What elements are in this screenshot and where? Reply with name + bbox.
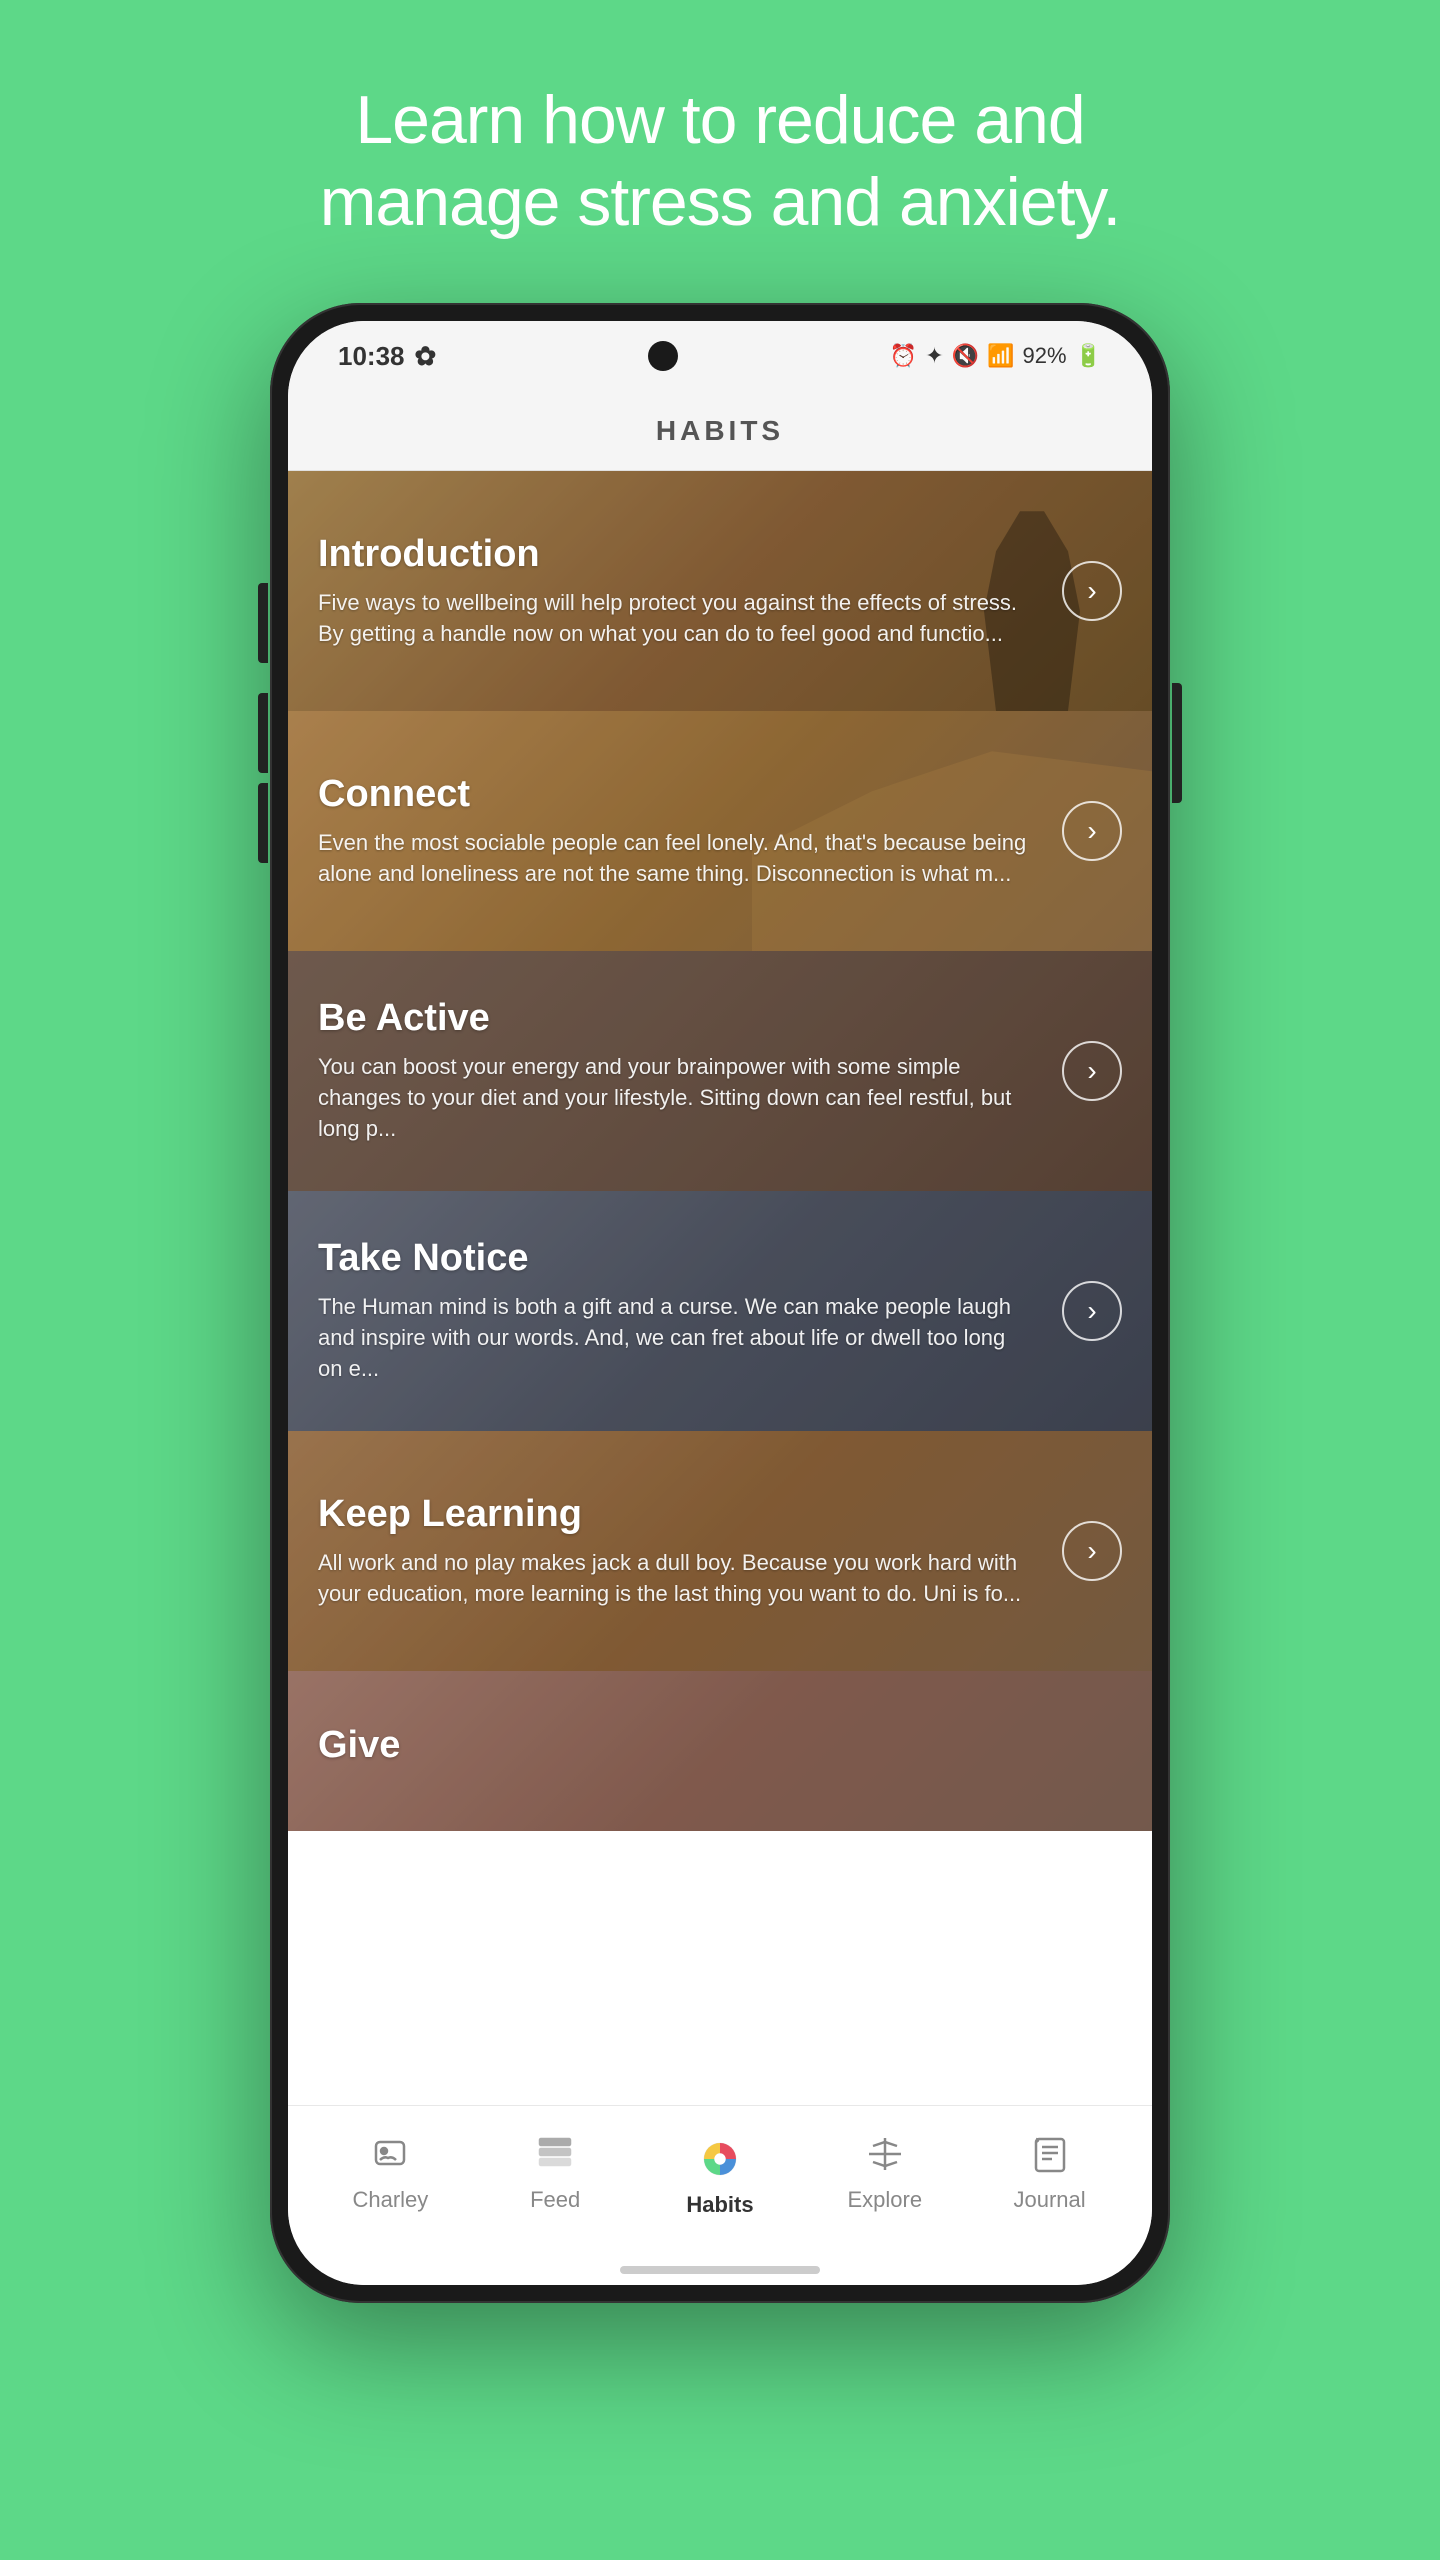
nav-item-journal[interactable]: Journal	[967, 2129, 1132, 2213]
habits-list: Introduction Five ways to wellbeing will…	[288, 471, 1152, 2105]
habit-card-give[interactable]: Give	[288, 1671, 1152, 1831]
nav-label-journal: Journal	[1014, 2187, 1086, 2213]
home-bar	[620, 2266, 820, 2274]
feed-icon	[530, 2129, 580, 2179]
habit-desc-introduction: Five ways to wellbeing will help protect…	[318, 588, 1032, 650]
explore-icon	[860, 2129, 910, 2179]
nav-label-habits: Habits	[686, 2192, 753, 2218]
status-bar: 10:38 ✿ ⏰ ✦ 🔇 📶 92% 🔋	[288, 321, 1152, 391]
habit-card-introduction[interactable]: Introduction Five ways to wellbeing will…	[288, 471, 1152, 711]
habit-desc-be-active: You can boost your energy and your brain…	[318, 1052, 1032, 1144]
status-icons: ⏰ ✦ 🔇 📶 92% 🔋	[890, 343, 1102, 369]
habit-card-connect[interactable]: Connect Even the most sociable people ca…	[288, 711, 1152, 951]
phone-screen: 10:38 ✿ ⏰ ✦ 🔇 📶 92% 🔋 HABITS	[288, 321, 1152, 2285]
journal-icon	[1025, 2129, 1075, 2179]
habit-card-keep-learning[interactable]: Keep Learning All work and no play makes…	[288, 1431, 1152, 1671]
habit-arrow-keep-learning[interactable]: ›	[1062, 1521, 1122, 1581]
habit-title-connect: Connect	[318, 773, 1032, 816]
nav-label-charley: Charley	[352, 2187, 428, 2213]
habit-title-take-notice: Take Notice	[318, 1237, 1032, 1280]
camera-notch	[648, 341, 678, 371]
status-time: 10:38 ✿	[338, 341, 436, 372]
habits-icon	[685, 2124, 755, 2194]
bottom-navigation: Charley Feed	[288, 2105, 1152, 2255]
app-bar: HABITS	[288, 391, 1152, 471]
habit-card-take-notice[interactable]: Take Notice The Human mind is both a gif…	[288, 1191, 1152, 1431]
nav-item-feed[interactable]: Feed	[473, 2129, 638, 2213]
habit-card-be-active[interactable]: Be Active You can boost your energy and …	[288, 951, 1152, 1191]
habit-title-introduction: Introduction	[318, 533, 1032, 576]
nav-label-feed: Feed	[530, 2187, 580, 2213]
nav-label-explore: Explore	[847, 2187, 922, 2213]
habit-title-keep-learning: Keep Learning	[318, 1493, 1032, 1536]
nav-item-charley[interactable]: Charley	[308, 2129, 473, 2213]
habit-arrow-connect[interactable]: ›	[1062, 801, 1122, 861]
habit-desc-take-notice: The Human mind is both a gift and a curs…	[318, 1292, 1032, 1384]
habit-arrow-introduction[interactable]: ›	[1062, 561, 1122, 621]
page-header: Learn how to reduce and manage stress an…	[200, 0, 1241, 303]
nav-item-explore[interactable]: Explore	[802, 2129, 967, 2213]
charley-icon	[365, 2129, 415, 2179]
habit-title-be-active: Be Active	[318, 997, 1032, 1040]
home-indicator	[288, 2255, 1152, 2285]
phone-device: 10:38 ✿ ⏰ ✦ 🔇 📶 92% 🔋 HABITS	[270, 303, 1170, 2303]
habit-desc-connect: Even the most sociable people can feel l…	[318, 828, 1032, 890]
habit-arrow-be-active[interactable]: ›	[1062, 1041, 1122, 1101]
habit-desc-keep-learning: All work and no play makes jack a dull b…	[318, 1548, 1032, 1610]
habit-arrow-take-notice[interactable]: ›	[1062, 1281, 1122, 1341]
app-bar-title: HABITS	[656, 415, 784, 447]
nav-item-habits[interactable]: Habits	[638, 2124, 803, 2218]
habit-title-give: Give	[318, 1724, 1032, 1767]
